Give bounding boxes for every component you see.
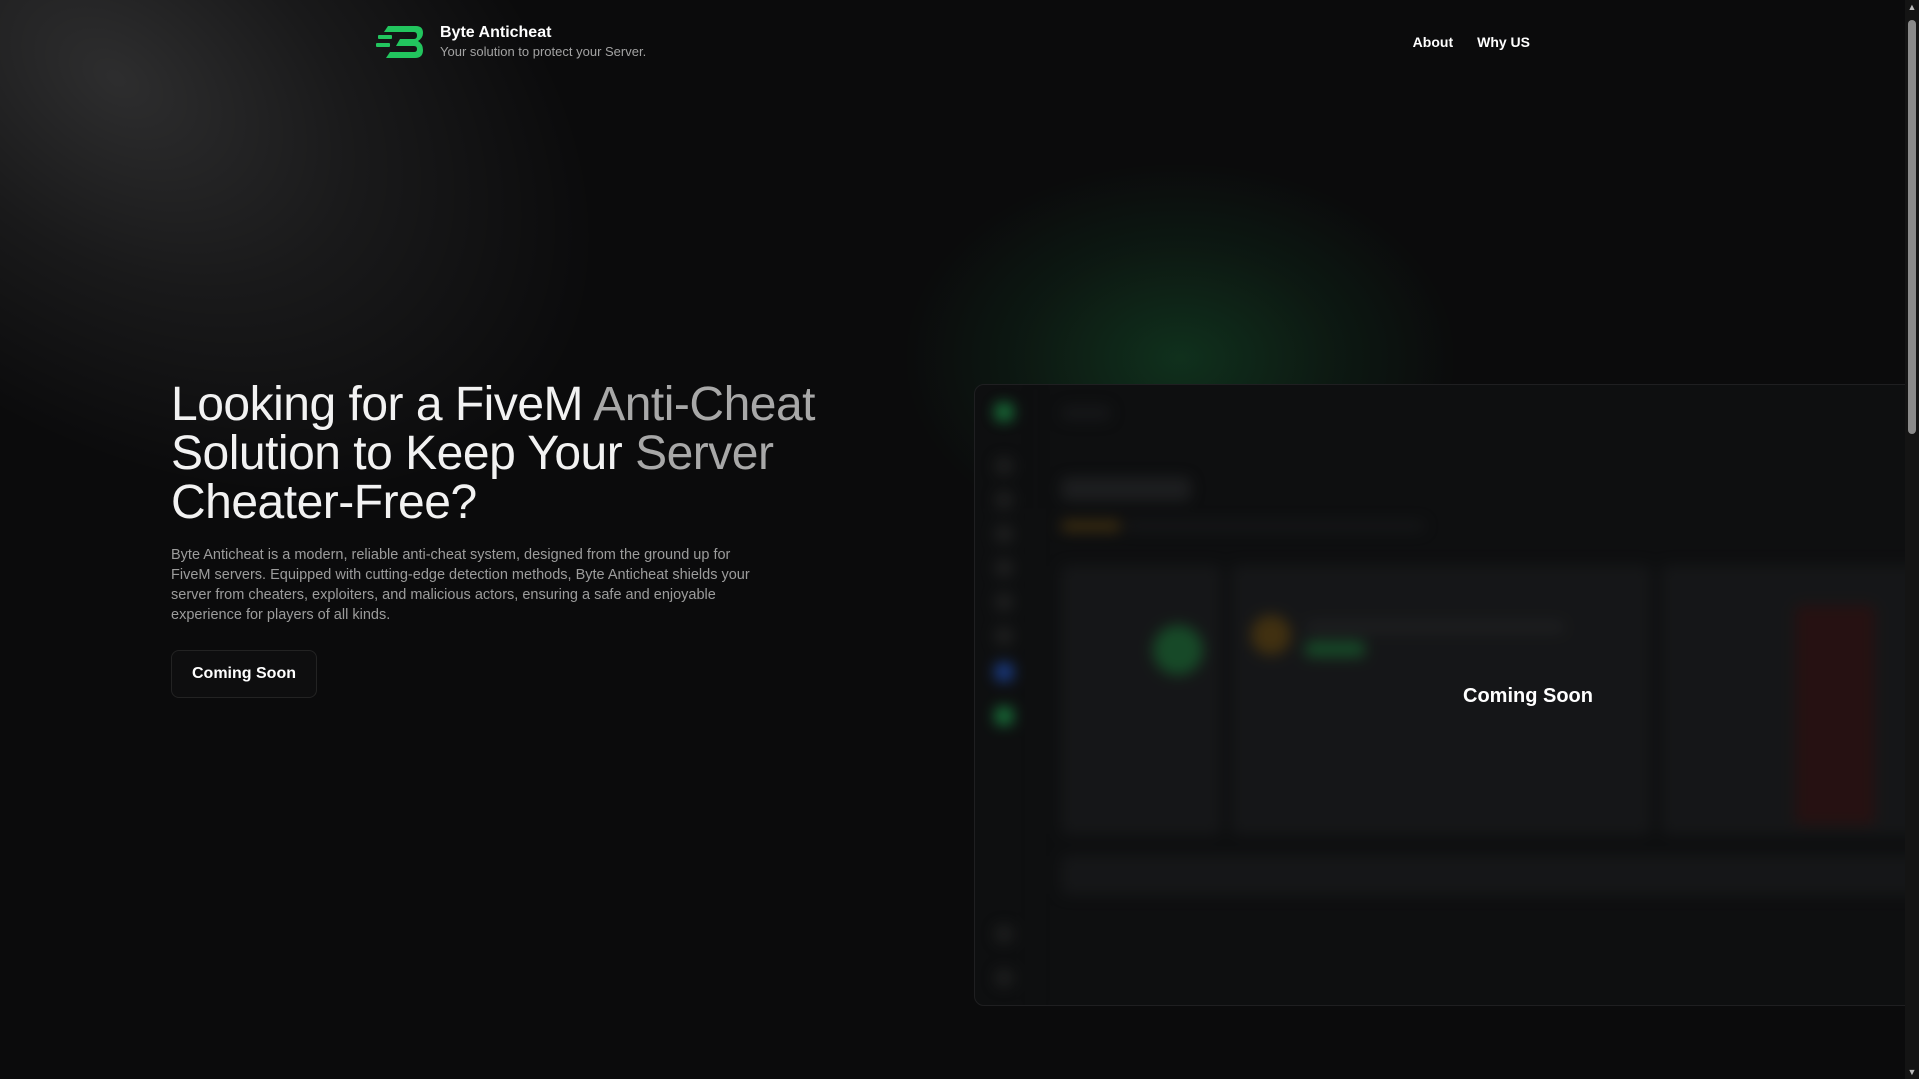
nav-link-about[interactable]: About: [1413, 34, 1453, 50]
preview-sidebar-icon: [995, 925, 1013, 943]
hero-title-part: Cheater-Free?: [171, 476, 477, 529]
preview-sidebar-icon: [995, 403, 1013, 421]
vertical-scrollbar[interactable]: ▲ ▼: [1905, 0, 1919, 1079]
preview-sidebar-icon: [995, 627, 1013, 645]
preview-placeholder: [1795, 605, 1875, 825]
preview-sidebar-icon: [995, 559, 1013, 577]
preview-coming-soon-label: Coming Soon: [1463, 685, 1593, 707]
preview-placeholder: [1061, 521, 1121, 531]
preview-sidebar-icon: [995, 593, 1013, 611]
preview-placeholder: [1061, 855, 1919, 895]
preview-sidebar-icon: [995, 969, 1013, 987]
preview-sidebar: [975, 385, 1036, 1005]
nav-link-why-us[interactable]: Why US: [1477, 34, 1530, 50]
coming-soon-button[interactable]: Coming Soon: [171, 650, 317, 698]
hero-title: Looking for a FiveM Anti-Cheat Solution …: [171, 380, 931, 527]
preview-placeholder: [1251, 615, 1291, 655]
byte-logo-icon: [376, 26, 423, 58]
dashboard-preview: Coming Soon: [974, 384, 1919, 1006]
site-header: Byte Anticheat Your solution to protect …: [376, 18, 1530, 66]
hero-title-part: Looking for a FiveM: [171, 378, 594, 431]
hero-title-part: Solution to Keep Your: [171, 427, 636, 480]
preview-placeholder: [1305, 621, 1565, 633]
preview-placeholder: [1061, 565, 1221, 835]
preview-placeholder: [1305, 641, 1365, 657]
hero-title-highlight: Anti-Cheat: [593, 378, 815, 431]
dashboard-preview-blurred-content: [975, 385, 1919, 1005]
scrollbar-thumb[interactable]: [1908, 20, 1916, 434]
brand[interactable]: Byte Anticheat Your solution to protect …: [376, 22, 646, 62]
page: Byte Anticheat Your solution to protect …: [0, 0, 1919, 1079]
preview-sidebar-icon: [995, 525, 1013, 543]
preview-placeholder: [1153, 625, 1203, 675]
preview-sidebar-icon: [995, 491, 1013, 509]
preview-placeholder: [1661, 565, 1919, 835]
brand-tagline: Your solution to protect your Server.: [440, 43, 647, 59]
hero-section: Looking for a FiveM Anti-Cheat Solution …: [171, 380, 931, 698]
preview-placeholder: [1061, 477, 1191, 501]
main-nav: About Why US: [1413, 34, 1530, 50]
scroll-down-arrow-icon[interactable]: ▼: [1905, 1065, 1919, 1079]
brand-text: Byte Anticheat Your solution to protect …: [440, 24, 646, 59]
hero-description: Byte Anticheat is a modern, reliable ant…: [171, 547, 750, 623]
scroll-up-arrow-icon[interactable]: ▲: [1905, 0, 1919, 14]
preview-placeholder: [1125, 521, 1425, 531]
preview-placeholder: [1061, 405, 1111, 421]
preview-sidebar-icon: [995, 457, 1013, 475]
hero-title-highlight: Server: [635, 427, 774, 480]
preview-sidebar-icon: [995, 707, 1013, 725]
brand-name: Byte Anticheat: [440, 24, 552, 42]
preview-sidebar-icon: [995, 663, 1013, 681]
